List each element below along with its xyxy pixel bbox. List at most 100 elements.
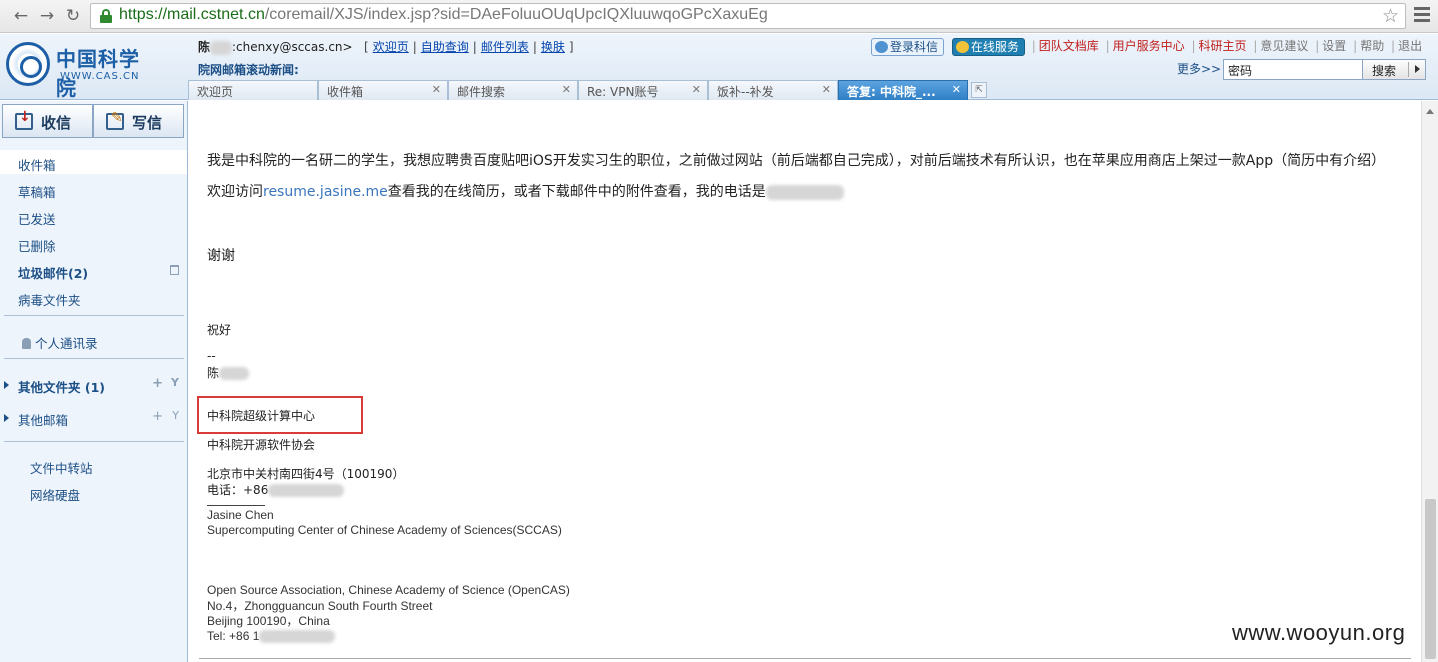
redacted-block	[268, 484, 345, 497]
scrollbar[interactable]	[1421, 101, 1438, 662]
compose-button[interactable]: 写信	[93, 104, 184, 138]
tab-popout-icon[interactable]: ⇱	[971, 82, 987, 98]
mail-body: 我是中科院的一名研二的学生，我想应聘贵百度贴吧iOS开发实习生的职位，之前做过网…	[189, 101, 1420, 662]
scroll-thumb[interactable]	[1425, 499, 1436, 659]
folder-sent[interactable]: 已发送	[0, 204, 187, 228]
mail-paragraph-2: 欢迎访问resume.jasine.me查看我的在线简历，或者下载邮件中的附件查…	[207, 181, 844, 201]
sig-name: 陈	[207, 364, 250, 381]
link-user-center[interactable]: 用户服务中心	[1113, 39, 1185, 53]
tab-inbox[interactable]: 收件箱 ✕	[318, 80, 448, 100]
receive-button[interactable]: 收信	[2, 104, 93, 138]
scroll-up-icon[interactable]	[1426, 109, 1434, 114]
tab-vpn-reply[interactable]: Re: VPN账号 ✕	[578, 80, 708, 100]
user-name: 陈	[198, 40, 211, 54]
tab-reply-active[interactable]: 答复: 中科院_... ✕	[838, 80, 968, 100]
address-bar[interactable]: https://mail.cstnet.cn/coremail/XJS/inde…	[90, 3, 1406, 29]
close-icon[interactable]: ✕	[952, 83, 961, 96]
sig-en-addr1: No.4，Zhongguancun South Fourth Street	[207, 599, 433, 613]
link-welcome[interactable]: 欢迎页	[373, 40, 409, 54]
news-label: 院网邮箱滚动新闻:	[198, 63, 299, 77]
back-icon[interactable]: ←	[10, 5, 32, 27]
chat-icon	[955, 40, 969, 53]
cas-seal-icon	[6, 42, 50, 86]
tab-welcome[interactable]: 欢迎页	[188, 80, 318, 100]
sig-separator	[207, 505, 265, 506]
browser-menu-icon[interactable]	[1414, 7, 1430, 25]
user-email: :chenxy@sccas.cn>	[232, 40, 353, 54]
content-divider	[199, 658, 1411, 659]
file-transfer-link[interactable]: 文件中转站	[0, 453, 187, 477]
link-help[interactable]: 帮助	[1360, 39, 1384, 53]
link-change-skin[interactable]: 换肤	[541, 40, 565, 54]
redacted-block	[210, 40, 233, 55]
trash-icon[interactable]	[170, 265, 179, 275]
add-icon[interactable]: +	[152, 409, 163, 424]
mail-thanks: 谢谢	[207, 248, 235, 264]
close-icon[interactable]: ✕	[562, 83, 571, 96]
menu-chevron-icon[interactable]: Y	[171, 376, 179, 389]
network-disk-link[interactable]: 网络硬盘	[0, 480, 187, 504]
folder-spam[interactable]: 垃圾邮件(2)	[0, 258, 187, 282]
link-feedback[interactable]: 意见建议	[1260, 39, 1308, 53]
lock-icon	[99, 9, 113, 23]
folder-deleted[interactable]: 已删除	[0, 231, 187, 255]
sig-dash: --	[207, 349, 216, 363]
link-team-docs[interactable]: 团队文档库	[1039, 39, 1099, 53]
browser-toolbar: ← → ↻ https://mail.cstnet.cn/coremail/XJ…	[0, 0, 1438, 33]
search-button[interactable]: 搜索	[1362, 59, 1426, 80]
sig-en-name: Jasine Chen	[207, 508, 274, 522]
user-info: 陈:chenxy@sccas.cn> [欢迎页 | 自助查询 | 邮件列表 | 换肤]	[198, 40, 574, 55]
cas-logo[interactable]: 中国科学院 WWW.CAS.CN	[6, 40, 156, 100]
folder-inbox[interactable]: 收件箱	[0, 150, 187, 174]
link-self-service[interactable]: 自助查询	[421, 40, 469, 54]
search-input[interactable]: 密码	[1223, 59, 1363, 80]
sidebar-divider	[4, 315, 184, 316]
sig-en-addr2: Beijing 100190，China	[207, 614, 330, 628]
menu-chevron-icon[interactable]: Y	[172, 409, 179, 422]
link-mail-list[interactable]: 邮件列表	[481, 40, 529, 54]
bookmark-star-icon[interactable]: ☆	[1382, 5, 1399, 27]
link-logout[interactable]: 退出	[1398, 39, 1422, 53]
sig-org2: 中科院开源软件协会	[207, 438, 316, 452]
action-buttons: 收信 写信	[2, 104, 184, 138]
watermark: www.wooyun.org	[1232, 620, 1406, 645]
close-icon[interactable]: ✕	[432, 83, 441, 96]
forward-icon[interactable]: →	[36, 5, 58, 27]
search-dropdown-icon[interactable]	[1415, 65, 1420, 73]
more-link[interactable]: 更多>>	[1177, 60, 1221, 77]
tab-mail-search[interactable]: 邮件搜索 ✕	[448, 80, 578, 100]
sidebar-divider	[4, 358, 184, 359]
tab-meal-allowance[interactable]: 饭补--补发 ✕	[708, 80, 838, 100]
link-research-home[interactable]: 科研主页	[1199, 39, 1247, 53]
online-service-button[interactable]: 在线服务	[951, 37, 1025, 56]
login-keyin-button[interactable]: 登录科信	[871, 37, 945, 56]
redacted-block	[259, 630, 336, 644]
other-folders[interactable]: 其他文件夹 (1) + Y	[0, 372, 187, 396]
expand-icon[interactable]	[4, 414, 9, 422]
sig-org1: 中科院超级计算中心	[207, 409, 316, 423]
reload-icon[interactable]: ↻	[62, 5, 84, 27]
url-text: https://mail.cstnet.cn/coremail/XJS/inde…	[119, 6, 768, 23]
keyin-icon	[875, 40, 888, 53]
mail-paragraph-1: 我是中科院的一名研二的学生，我想应聘贵百度贴吧iOS开发实习生的职位，之前做过网…	[207, 153, 1386, 169]
logo-url: WWW.CAS.CN	[60, 71, 140, 82]
personal-contacts[interactable]: 个人通讯录	[0, 328, 187, 352]
close-icon[interactable]: ✕	[692, 83, 701, 96]
sig-en-tel: Tel: +86 1	[207, 629, 336, 644]
top-links: 登录科信 在线服务 | 团队文档库 | 用户服务中心 | 科研主页 | 意见建议 | 设置…	[871, 37, 1422, 56]
mail-header: 中国科学院 WWW.CAS.CN 陈:chenxy@sccas.cn> [欢迎页…	[0, 34, 1438, 100]
sig-en-org2: Open Source Association, Chinese Academy…	[207, 583, 570, 597]
close-icon[interactable]: ✕	[822, 83, 831, 96]
redacted-block	[765, 184, 844, 200]
redacted-block	[219, 367, 250, 380]
mail-regards: 祝好	[207, 323, 232, 337]
add-icon[interactable]: +	[152, 376, 163, 391]
other-mailboxes[interactable]: 其他邮箱 + Y	[0, 405, 187, 429]
resume-link[interactable]: resume.jasine.me	[263, 184, 388, 200]
folder-virus[interactable]: 病毒文件夹	[0, 285, 187, 309]
sig-address: 北京市中关村南四街4号（100190）	[207, 467, 405, 481]
folder-drafts[interactable]: 草稿箱	[0, 177, 187, 201]
expand-icon[interactable]	[4, 381, 9, 389]
link-settings[interactable]: 设置	[1322, 39, 1346, 53]
inbox-download-icon	[15, 109, 33, 130]
